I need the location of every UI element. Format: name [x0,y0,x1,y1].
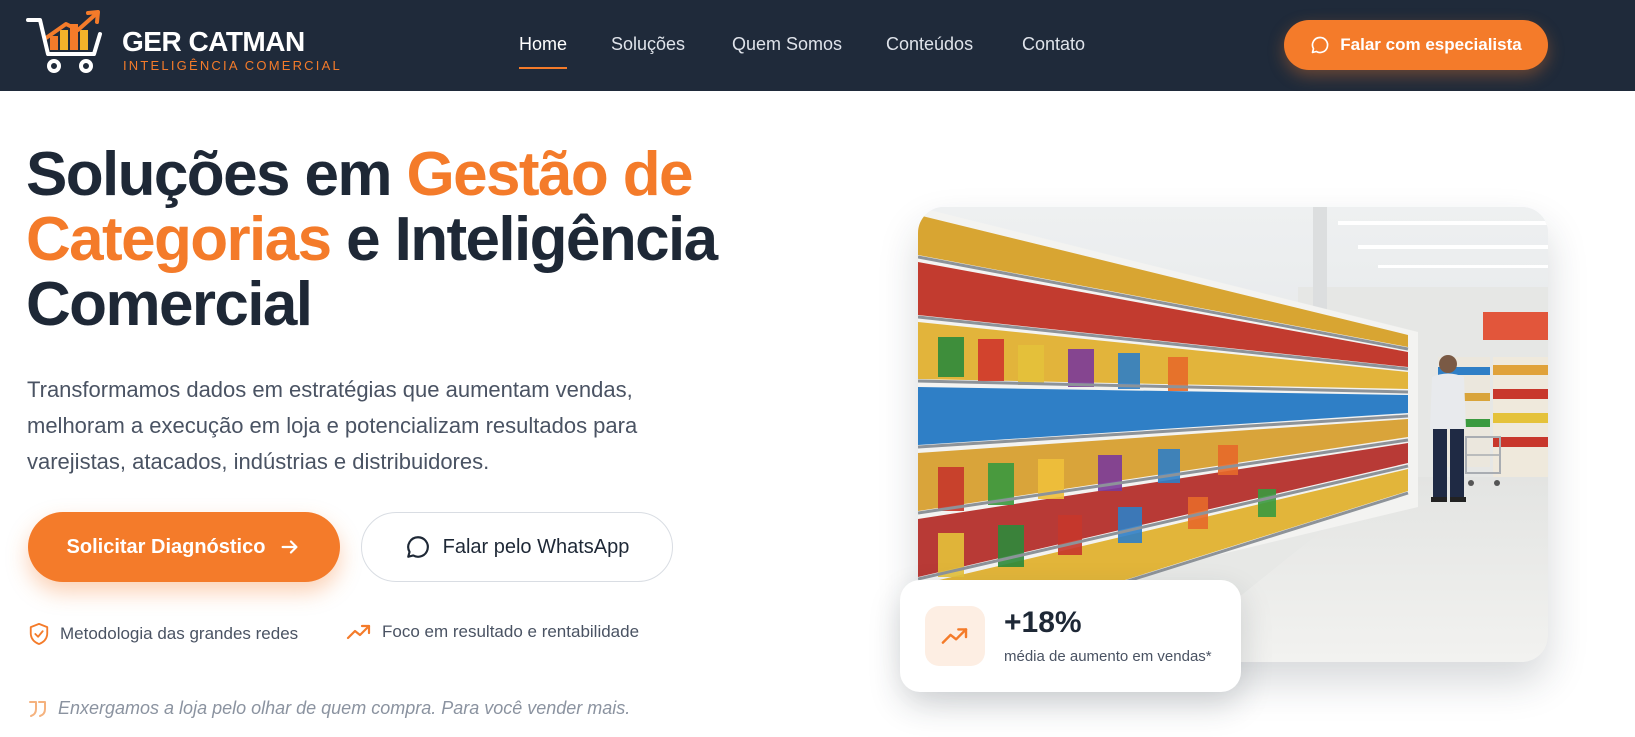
brand-name: GER CATMAN [122,26,305,57]
request-diagnosis-button[interactable]: Solicitar Diagnóstico [28,512,340,582]
talk-to-specialist-label: Falar com especialista [1340,35,1522,54]
feature-item: Metodologia das grandes redes [28,622,298,646]
trending-up-icon [346,624,371,640]
shield-check-icon [29,623,49,645]
feature-item: Foco em resultado e rentabilidade [346,622,639,642]
shopping-cart-chart-icon [26,10,102,73]
feature-label: Metodologia das grandes redes [60,624,299,643]
site-header: GER CATMAN INTELIGÊNCIA COMERCIAL Home S… [0,0,1635,91]
sales-increase-card: +18% média de aumento em vendas* [900,580,1241,692]
request-diagnosis-label: Solicitar Diagnóstico [66,535,266,558]
nav-item-conteudos[interactable]: Conteúdos [886,34,973,55]
quote-text: Enxergamos a loja pelo olhar de quem com… [58,698,631,718]
nav-item-contato[interactable]: Contato [1022,34,1085,55]
whatsapp-button[interactable]: Falar pelo WhatsApp [361,512,673,582]
chat-bubble-icon [406,536,429,558]
trending-up-icon [941,628,968,644]
nav-item-solucoes[interactable]: Soluções [611,34,685,55]
feature-label: Foco em resultado e rentabilidade [382,622,640,641]
quote-icon [29,700,46,717]
brand-logo[interactable]: GER CATMAN INTELIGÊNCIA COMERCIAL [26,10,356,76]
talk-to-specialist-button[interactable]: Falar com especialista [1284,20,1548,70]
stat-value: +18% [1004,606,1082,639]
nav-active-indicator [519,67,567,69]
headline-part-1: Soluções em [26,140,407,209]
hero-headline: Soluções em Gestão de Categorias e Intel… [26,142,746,337]
stat-label: média de aumento em vendas* [1004,648,1212,665]
chat-bubble-icon [1311,36,1329,54]
tagline-quote: Enxergamos a loja pelo olhar de quem com… [28,698,630,719]
nav-item-quem-somos[interactable]: Quem Somos [732,34,842,55]
brand-tagline: INTELIGÊNCIA COMERCIAL [123,58,342,73]
whatsapp-label: Falar pelo WhatsApp [442,535,630,558]
nav-item-home[interactable]: Home [519,34,567,55]
arrow-right-icon [282,540,298,554]
stat-icon-box [925,606,985,666]
hero-subtext: Transformamos dados em estratégias que a… [27,377,638,474]
